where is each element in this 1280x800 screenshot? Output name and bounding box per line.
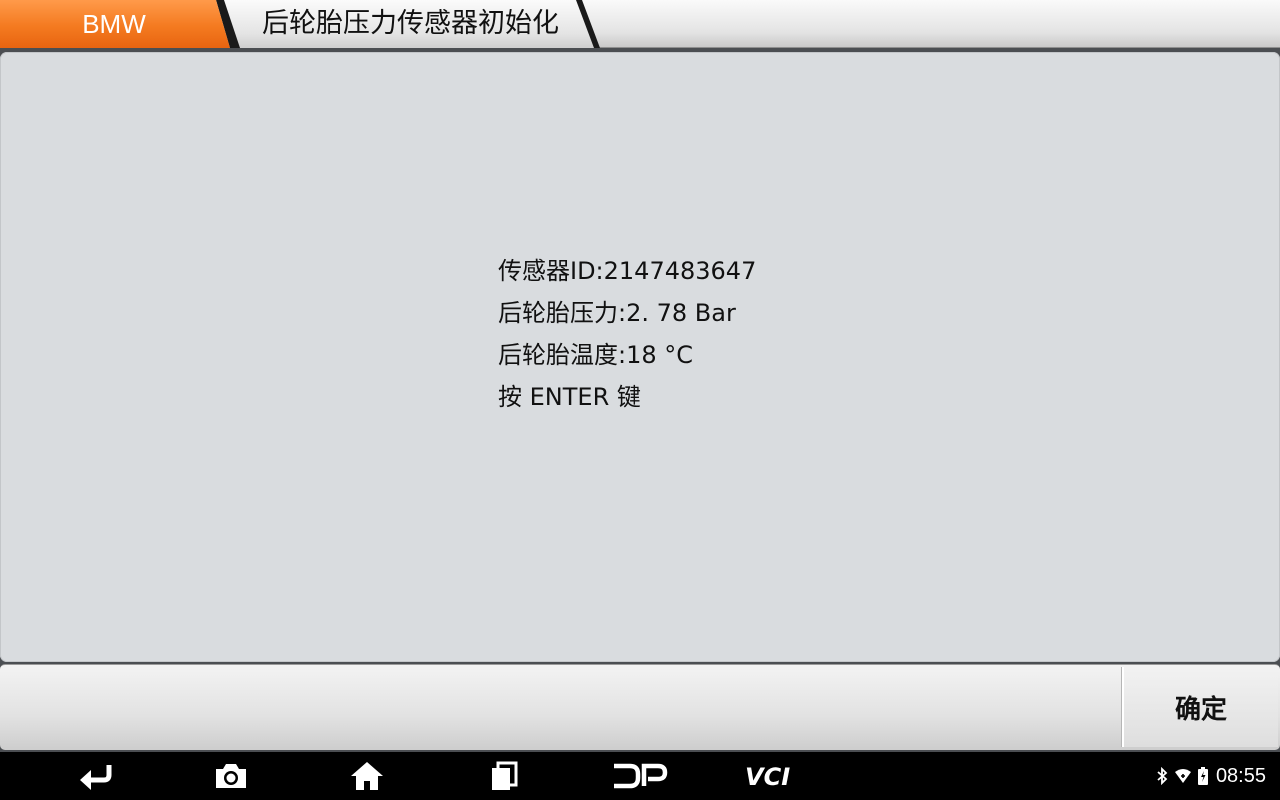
battery-icon <box>1197 767 1208 785</box>
dp-button[interactable] <box>604 752 674 800</box>
confirm-button[interactable]: 确定 <box>1122 667 1278 747</box>
clock: 08:55 <box>1215 764 1266 787</box>
action-bar: 确定 <box>0 664 1280 750</box>
app-window: BMW 后轮胎压力传感器初始化 传感器ID:2147483647 后轮胎压力:2… <box>0 0 1280 800</box>
bluetooth-icon <box>1157 767 1168 785</box>
sensor-info: 传感器ID:2147483647 后轮胎压力:2. 78 Bar 后轮胎温度:1… <box>498 250 858 418</box>
dp-icon <box>614 763 668 789</box>
recent-apps-button[interactable] <box>469 752 539 800</box>
tire-temperature-line: 后轮胎温度:18 °C <box>498 341 694 369</box>
recent-apps-icon <box>492 761 518 790</box>
system-nav-bar: VCI 08:55 <box>0 752 1280 800</box>
home-icon <box>351 762 383 790</box>
vci-button[interactable]: VCI <box>740 752 810 800</box>
breadcrumb-brand[interactable]: BMW <box>0 0 238 48</box>
screenshot-button[interactable] <box>196 752 266 800</box>
back-icon <box>80 765 112 790</box>
enter-prompt-line: 按 ENTER 键 <box>498 383 641 411</box>
home-button[interactable] <box>332 752 402 800</box>
camera-icon <box>216 764 246 788</box>
svg-text:VCI: VCI <box>745 763 790 789</box>
breadcrumb: BMW 后轮胎压力传感器初始化 <box>0 0 1280 48</box>
content-panel: 传感器ID:2147483647 后轮胎压力:2. 78 Bar 后轮胎温度:1… <box>0 52 1280 662</box>
sensor-id-line: 传感器ID:2147483647 <box>498 257 757 285</box>
back-button[interactable] <box>62 752 132 800</box>
status-area: 08:55 <box>1156 752 1266 800</box>
vci-icon: VCI <box>745 763 790 789</box>
tire-pressure-line: 后轮胎压力:2. 78 Bar <box>498 299 736 327</box>
breadcrumb-title: 后轮胎压力传感器初始化 <box>262 8 559 39</box>
wifi-icon <box>1174 769 1191 783</box>
